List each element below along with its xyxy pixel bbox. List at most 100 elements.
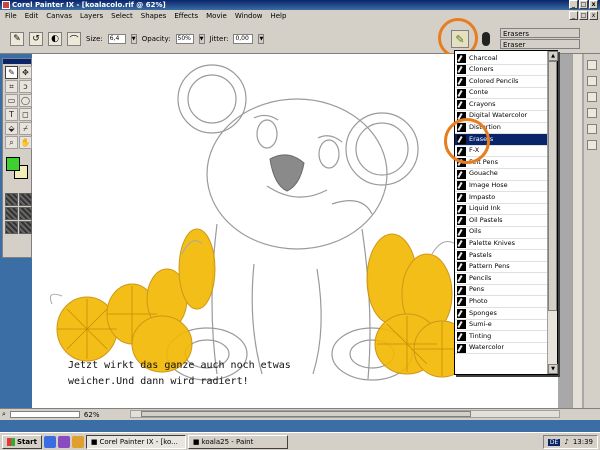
brush-category-item[interactable]: Colored Pencils xyxy=(455,76,547,88)
brush-tool-icon[interactable]: ✎ xyxy=(10,32,24,46)
dropdown-scrollbar[interactable]: ▲ ▼ xyxy=(547,51,558,374)
brush-names: Erasers Eraser xyxy=(500,28,580,50)
brush-category-item[interactable]: Conte xyxy=(455,88,547,100)
brush-category-item[interactable]: Pens xyxy=(455,285,547,297)
lasso-tool-icon[interactable]: ↄ xyxy=(19,80,32,93)
close-button[interactable]: x xyxy=(589,0,598,9)
brush-category-label: Cloners xyxy=(469,65,494,74)
task-painter[interactable]: ■ Corel Painter IX - [ko... xyxy=(85,434,186,449)
vertical-scrollbar[interactable] xyxy=(572,54,582,408)
paint-bucket-icon[interactable]: ⬙ xyxy=(5,122,18,135)
brush-category-item[interactable]: Gouache xyxy=(455,169,547,181)
gradient-icon[interactable] xyxy=(19,193,32,206)
paper-selectors xyxy=(3,191,32,236)
main-color-swatch[interactable] xyxy=(6,157,20,171)
panel-button-6-icon[interactable] xyxy=(587,140,597,150)
menu-edit[interactable]: Edit xyxy=(24,12,40,20)
volume-icon[interactable]: ♪ xyxy=(564,438,568,446)
menu-canvas[interactable]: Canvas xyxy=(45,12,73,20)
oval-select-icon[interactable]: ◯ xyxy=(19,94,32,107)
brush-category-icon xyxy=(457,239,466,249)
brush-category-label: Impasto xyxy=(469,192,496,201)
menu-file[interactable]: File xyxy=(4,12,18,20)
brush-category-item[interactable]: Tinting xyxy=(455,331,547,343)
doc-restore-button[interactable]: □ xyxy=(579,11,588,20)
magnifier-icon[interactable]: ⌕ xyxy=(5,136,18,149)
panel-button-5-icon[interactable] xyxy=(587,124,597,134)
paper-texture-icon[interactable] xyxy=(5,193,18,206)
brush-category-item[interactable]: Cloners xyxy=(455,65,547,77)
size-field[interactable]: 6,4 xyxy=(107,34,126,44)
explorer-icon[interactable] xyxy=(71,435,84,448)
brush-category-item[interactable]: Liquid Ink xyxy=(455,204,547,216)
dropper-icon[interactable]: ⌿ xyxy=(19,122,32,135)
stroke-type-icon[interactable]: ⌒ xyxy=(67,32,81,46)
menu-select[interactable]: Select xyxy=(110,12,134,20)
brush-category-name[interactable]: Erasers xyxy=(500,28,580,38)
doc-minimize-button[interactable]: _ xyxy=(569,11,578,20)
nozzle-icon[interactable] xyxy=(19,207,32,220)
color-swatches xyxy=(3,155,31,191)
scroll-up-icon[interactable]: ▲ xyxy=(548,51,558,61)
brush-category-item[interactable]: Image Hose xyxy=(455,181,547,193)
zoom-slider[interactable] xyxy=(9,411,80,418)
hscroll-thumb[interactable] xyxy=(141,411,471,417)
panel-button-2-icon[interactable] xyxy=(587,76,597,86)
brush-tool-icon[interactable]: ✎ xyxy=(5,66,18,79)
scroll-down-icon[interactable]: ▼ xyxy=(548,364,558,374)
layer-adjuster-icon[interactable]: ✥ xyxy=(19,66,32,79)
brush-category-item[interactable]: Pastels xyxy=(455,250,547,262)
opacity-field[interactable]: 50% xyxy=(175,34,194,44)
brush-category-item[interactable]: Impasto xyxy=(455,192,547,204)
menu-window[interactable]: Window xyxy=(234,12,264,20)
menu-effects[interactable]: Effects xyxy=(173,12,199,20)
opacity-dropdown-icon[interactable]: ▼ xyxy=(198,34,205,44)
brush-category-item[interactable]: Oil Pastels xyxy=(455,215,547,227)
crop-tool-icon[interactable]: ⌗ xyxy=(5,80,18,93)
size-dropdown-icon[interactable]: ▼ xyxy=(130,34,137,44)
jitter-field[interactable]: 0,00 xyxy=(233,34,254,44)
rectangle-select-icon[interactable]: ▭ xyxy=(5,94,18,107)
scroll-thumb[interactable] xyxy=(548,61,557,311)
brush-category-item[interactable]: Sponges xyxy=(455,308,547,320)
task-paint[interactable]: ■ koala25 - Paint xyxy=(187,434,288,449)
look-icon[interactable] xyxy=(5,221,18,234)
menu-layers[interactable]: Layers xyxy=(79,12,104,20)
zoom-icon[interactable]: ⌕ xyxy=(2,410,6,419)
brush-variant-name[interactable]: Eraser xyxy=(500,39,580,49)
dab-type-icon[interactable]: ◐ xyxy=(48,32,62,46)
media-icon[interactable] xyxy=(57,435,70,448)
menu-help[interactable]: Help xyxy=(269,12,287,20)
menu-shapes[interactable]: Shapes xyxy=(140,12,168,20)
maximize-button[interactable]: □ xyxy=(579,0,588,9)
brush-category-item[interactable]: Pencils xyxy=(455,273,547,285)
language-indicator[interactable]: DE xyxy=(547,438,561,446)
brush-category-item[interactable]: Photo xyxy=(455,296,547,309)
brush-category-item[interactable]: Sumi-e xyxy=(455,320,547,332)
brush-category-item[interactable]: Charcoal xyxy=(455,53,547,65)
brush-category-label: Colored Pencils xyxy=(469,76,519,85)
panel-button-1-icon[interactable] xyxy=(587,60,597,70)
reset-tool-icon[interactable]: ↺ xyxy=(29,32,43,46)
weave-icon[interactable] xyxy=(19,221,32,234)
start-button[interactable]: Start xyxy=(2,434,42,449)
brush-category-item[interactable]: Watercolor xyxy=(455,343,547,355)
brush-category-item[interactable]: Crayons xyxy=(455,99,547,111)
minimize-button[interactable]: _ xyxy=(569,0,578,9)
jitter-dropdown-icon[interactable]: ▼ xyxy=(258,34,265,44)
doc-close-button[interactable]: x xyxy=(589,11,598,20)
pattern-icon[interactable] xyxy=(5,207,18,220)
panel-button-4-icon[interactable] xyxy=(587,108,597,118)
horizontal-scrollbar[interactable] xyxy=(130,410,560,418)
brush-category-item[interactable]: Pattern Pens xyxy=(455,262,547,274)
shape-tool-icon[interactable]: ◻ xyxy=(19,108,32,121)
menu-movie[interactable]: Movie xyxy=(205,12,228,20)
taskbar: Start ■ Corel Painter IX - [ko... ■ koala2… xyxy=(0,432,600,450)
grabber-icon[interactable]: ✋ xyxy=(19,136,32,149)
text-tool-icon[interactable]: T xyxy=(5,108,18,121)
panel-button-3-icon[interactable] xyxy=(587,92,597,102)
brush-category-item[interactable]: Oils xyxy=(455,227,547,239)
browser-icon[interactable] xyxy=(43,435,56,448)
brush-category-item[interactable]: Palette Knives xyxy=(455,239,547,251)
brush-variant-button[interactable] xyxy=(479,30,493,48)
